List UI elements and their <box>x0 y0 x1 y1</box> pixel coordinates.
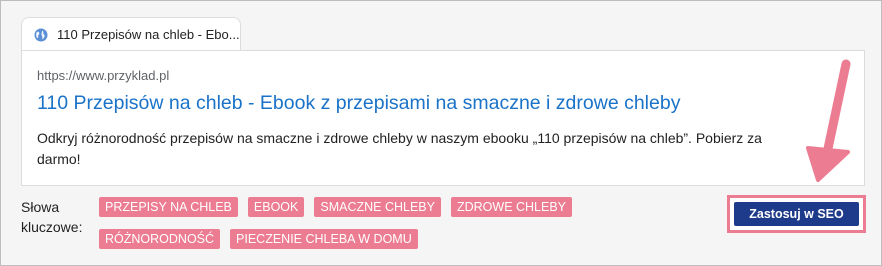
keyword-tag: PRZEPISY NA CHLEB <box>99 197 238 217</box>
keywords-label: Słowa kluczowe: <box>21 199 83 235</box>
keyword-tag: RÓŻNORODNOŚĆ <box>99 229 221 249</box>
result-url: https://www.przyklad.pl <box>37 68 170 83</box>
result-title-link[interactable]: 110 Przepisów na chleb - Ebook z przepis… <box>37 92 680 115</box>
apply-seo-button[interactable]: Zastosuj w SEO <box>734 202 859 226</box>
search-result-preview: https://www.przyklad.pl 110 Przepisów na… <box>21 50 865 186</box>
globe-icon <box>34 28 48 42</box>
keywords-row-1: PRZEPISY NA CHLEB EBOOK SMACZNE CHLEBY Z… <box>99 197 573 217</box>
keyword-tag: SMACZNE CHLEBY <box>314 197 441 217</box>
browser-tab[interactable]: 110 Przepisów na chleb - Ebo... <box>21 17 241 51</box>
result-description: Odkryj różnorodność przepisów na smaczne… <box>37 130 762 167</box>
keyword-tag: ZDROWE CHLEBY <box>450 197 573 217</box>
tab-title: 110 Przepisów na chleb - Ebo... <box>57 27 240 42</box>
keywords-row-2: RÓŻNORODNOŚĆ PIECZENIE CHLEBA W DOMU <box>99 229 418 249</box>
apply-button-highlight: Zastosuj w SEO <box>727 195 866 233</box>
seo-preview-panel: 110 Przepisów na chleb - Ebo... https://… <box>0 0 882 266</box>
keyword-tag: EBOOK <box>247 197 305 217</box>
keyword-tag: PIECZENIE CHLEBA W DOMU <box>230 229 418 249</box>
